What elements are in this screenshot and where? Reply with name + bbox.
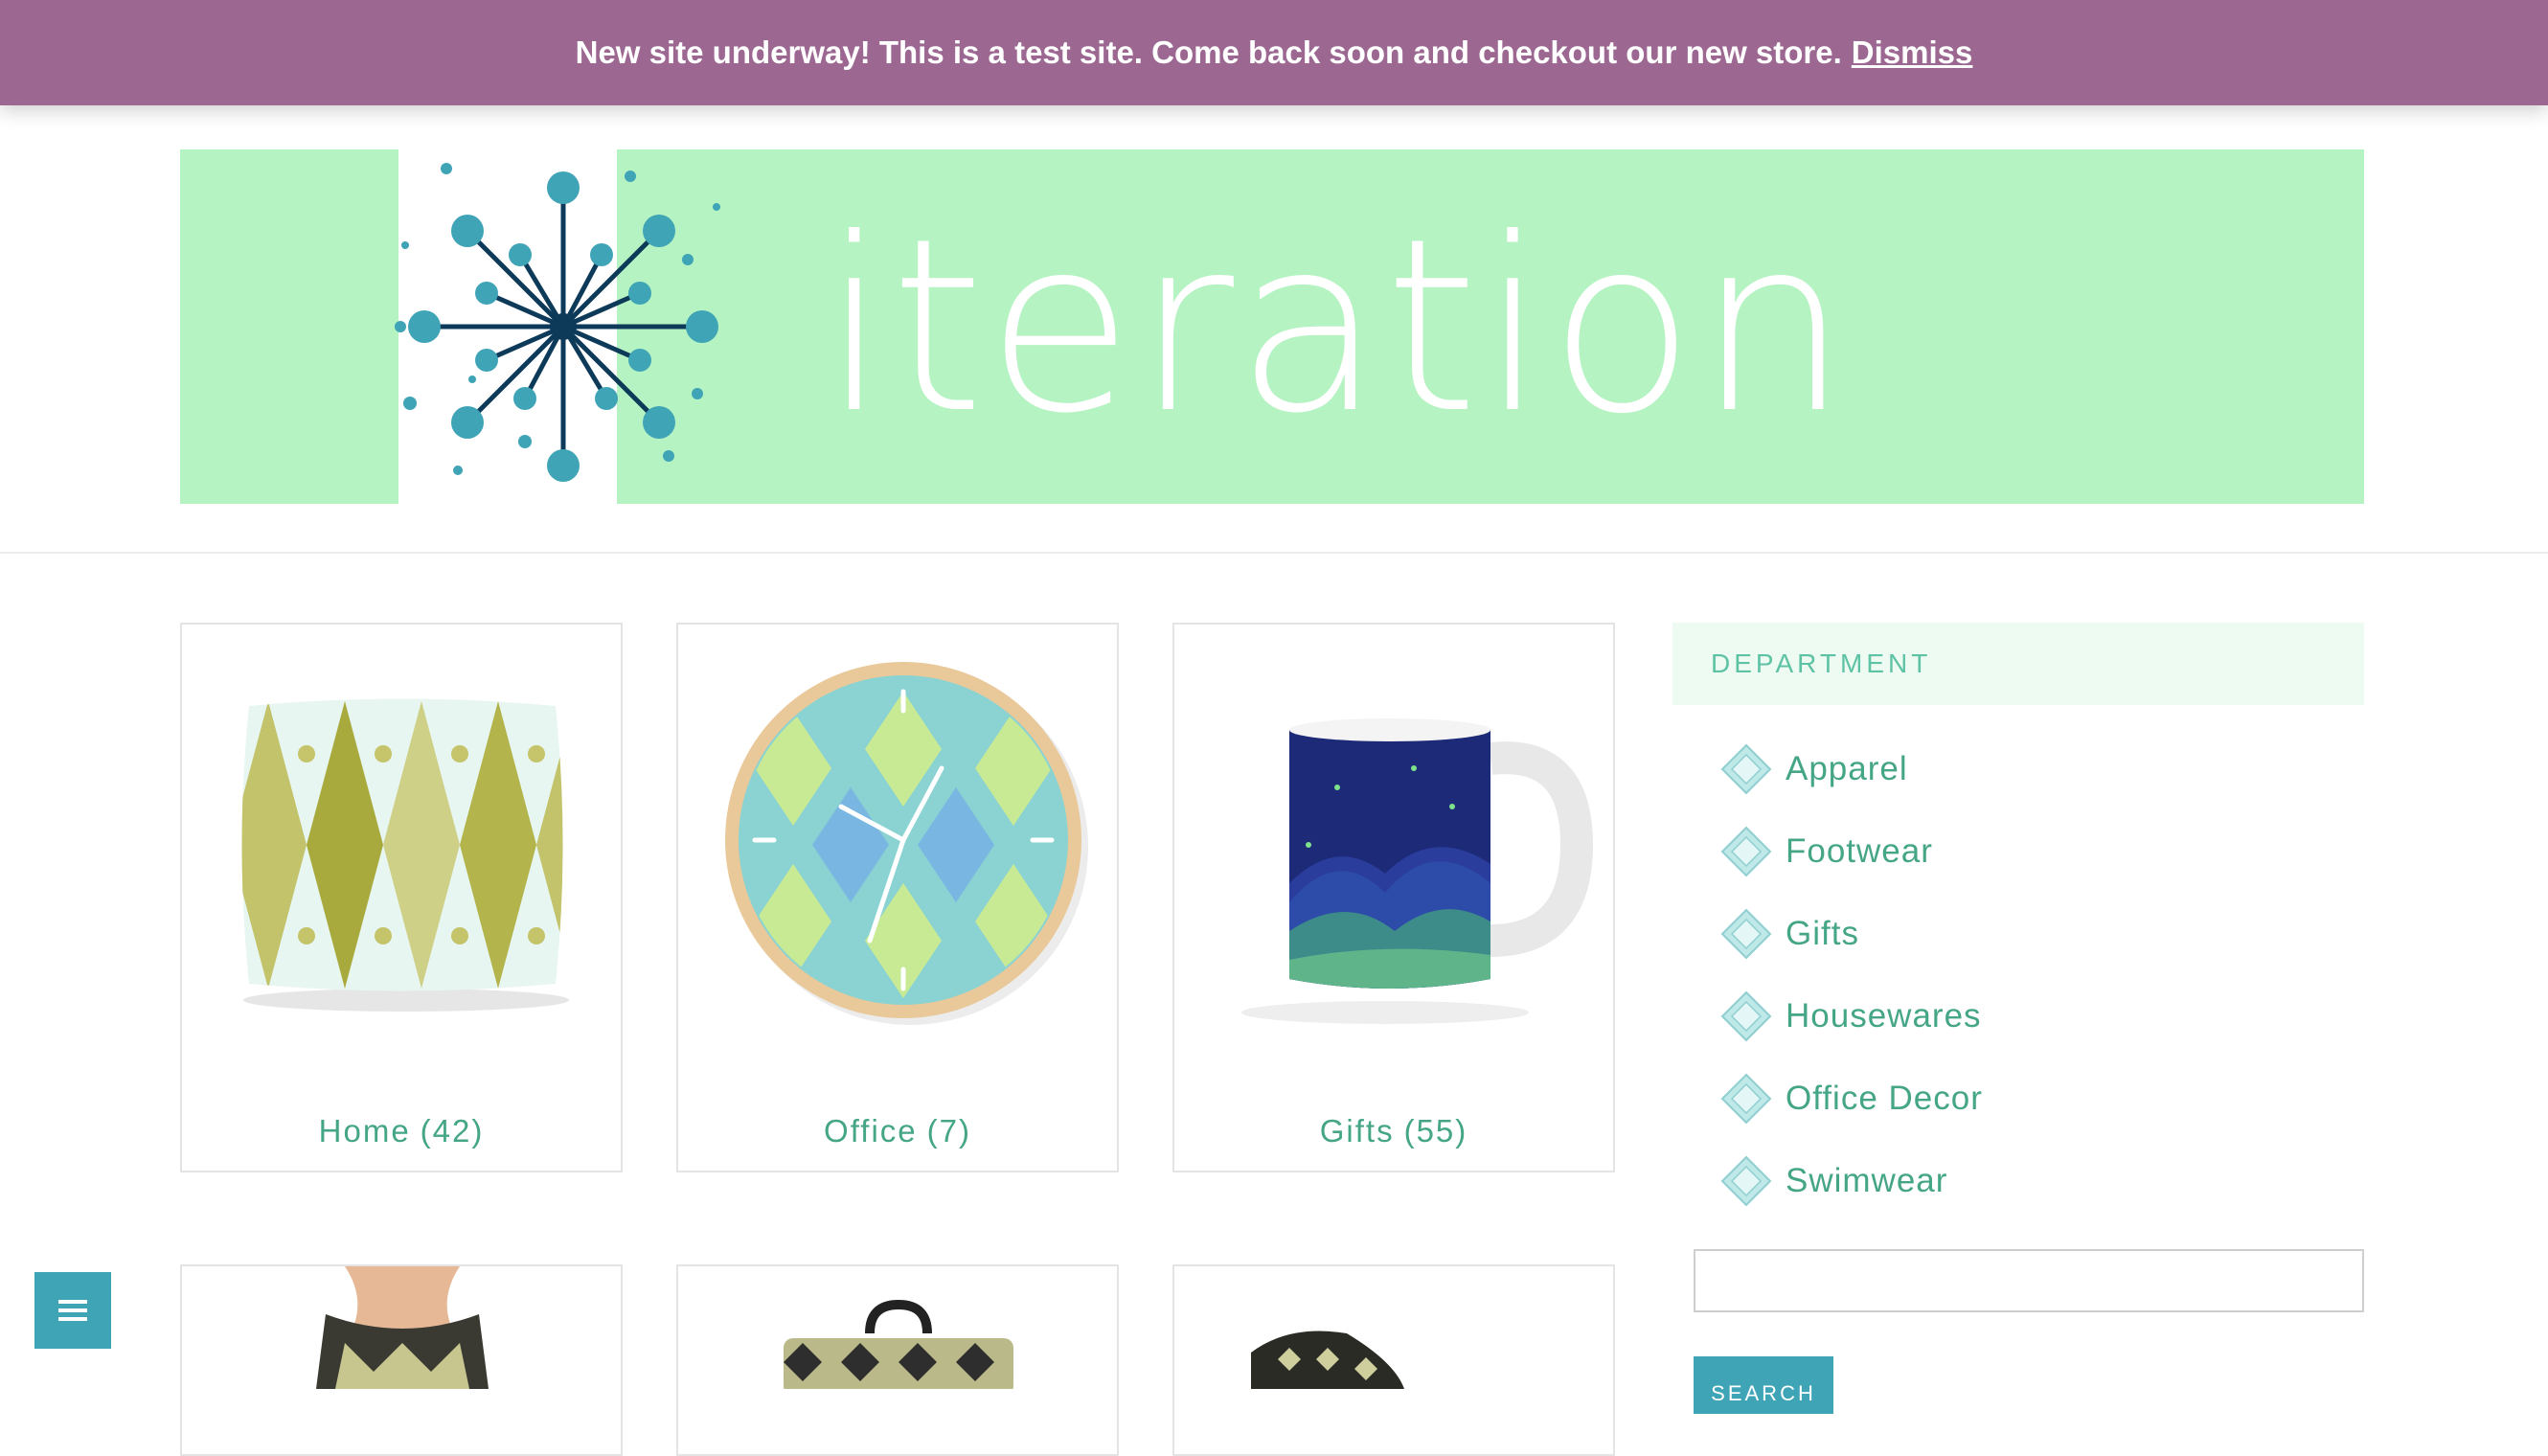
category-card-home[interactable]: Home (42) bbox=[180, 623, 623, 1172]
department-label: Swimwear bbox=[1786, 1162, 1948, 1199]
hamburger-icon bbox=[58, 1300, 87, 1321]
site-header: iteration bbox=[0, 105, 2548, 554]
category-card-bags[interactable] bbox=[676, 1264, 1119, 1456]
shoe-image bbox=[1251, 1331, 1404, 1389]
category-count: (7) bbox=[926, 1113, 971, 1149]
diamond-icon bbox=[1720, 826, 1772, 877]
department-item-gifts[interactable]: Gifts bbox=[1720, 893, 2364, 975]
category-card-swimwear[interactable] bbox=[180, 1264, 623, 1456]
starburst-logo-icon bbox=[395, 163, 720, 482]
department-list: Apparel Footwear Gifts Housewares Office… bbox=[1672, 728, 2364, 1222]
department-item-swimwear[interactable]: Swimwear bbox=[1720, 1140, 2364, 1222]
mug-image bbox=[1241, 718, 1594, 1024]
bag-image bbox=[784, 1299, 1013, 1389]
diamond-icon bbox=[1720, 1155, 1772, 1207]
department-label: Apparel bbox=[1786, 750, 1908, 787]
department-label: Office Decor bbox=[1786, 1080, 1983, 1117]
category-card-gifts[interactable]: Gifts (55) bbox=[1172, 623, 1615, 1172]
category-card-office[interactable]: Office (7) bbox=[676, 623, 1119, 1172]
category-name: Home bbox=[318, 1113, 411, 1149]
category-caption: Office (7) bbox=[678, 1113, 1117, 1149]
category-name: Office bbox=[824, 1113, 918, 1149]
department-heading: DEPARTMENT bbox=[1672, 623, 2364, 705]
department-item-footwear[interactable]: Footwear bbox=[1720, 810, 2364, 893]
department-item-office-decor[interactable]: Office Decor bbox=[1720, 1058, 2364, 1140]
swimsuit-image bbox=[316, 1266, 489, 1389]
category-count: (55) bbox=[1403, 1113, 1468, 1149]
site-logo-banner[interactable]: iteration bbox=[180, 149, 2364, 504]
pillow-image bbox=[241, 698, 569, 1012]
dismiss-link[interactable]: Dismiss bbox=[1852, 34, 1973, 71]
menu-button[interactable] bbox=[34, 1272, 111, 1349]
department-label: Housewares bbox=[1786, 997, 1982, 1035]
category-caption: Gifts (55) bbox=[1174, 1113, 1613, 1149]
clock-image bbox=[725, 662, 1088, 1025]
diamond-icon bbox=[1720, 1073, 1772, 1125]
store-notice-text: New site underway! This is a test site. … bbox=[575, 34, 1842, 70]
diamond-icon bbox=[1720, 908, 1772, 960]
category-count: (42) bbox=[420, 1113, 485, 1149]
category-name: Gifts bbox=[1319, 1113, 1395, 1149]
department-widget: DEPARTMENT Apparel Footwear Gifts Housew… bbox=[1672, 623, 2364, 1222]
logo-wordmark: iteration bbox=[822, 187, 1852, 466]
department-label: Footwear bbox=[1786, 832, 1933, 870]
search-input[interactable] bbox=[1694, 1249, 2364, 1312]
department-item-housewares[interactable]: Housewares bbox=[1720, 975, 2364, 1058]
search-button[interactable]: SEARCH bbox=[1694, 1356, 1833, 1414]
department-item-apparel[interactable]: Apparel bbox=[1720, 728, 2364, 810]
diamond-icon bbox=[1720, 743, 1772, 795]
diamond-icon bbox=[1720, 990, 1772, 1042]
category-card-footwear[interactable] bbox=[1172, 1264, 1615, 1456]
department-label: Gifts bbox=[1786, 915, 1859, 952]
store-notice: New site underway! This is a test site. … bbox=[0, 0, 2548, 105]
category-caption: Home (42) bbox=[182, 1113, 621, 1149]
